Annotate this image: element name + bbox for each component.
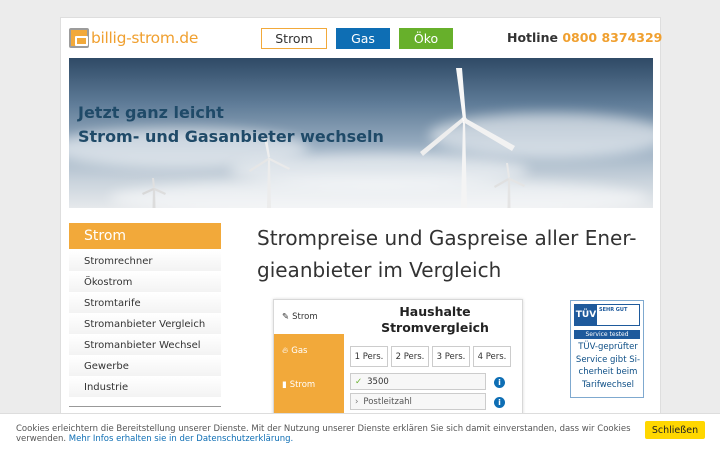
hotline: Hotline 0800 8374329 [507,30,662,45]
persons-1-button[interactable]: 1 Pers. [350,346,388,367]
cookie-banner: Cookies erleichtern die Bereitstellung u… [0,413,720,450]
page-title-line-2: gieanbieter im Vergleich [257,258,502,282]
logo-text: billig-strom.de [91,29,199,47]
calc-tab-label: Gas [291,346,308,356]
hero-headline-1: Jetzt ganz leicht [78,103,224,122]
sidebar-item-industrie[interactable]: Industrie [69,377,221,398]
sidebar-item-stromanbieter-wechsel[interactable]: Stromanbieter Wechsel [69,335,221,356]
consumption-value: 3500 [367,376,389,387]
tuev-text-line: TÜV-geprüfter [578,342,638,352]
cookie-text: Cookies erleichtern die Bereitstellung u… [16,424,636,444]
wind-turbine-icon [249,138,290,208]
cookie-close-button[interactable]: Schließen [645,421,705,439]
sidebar-item-gewerbe[interactable]: Gewerbe [69,356,221,377]
logo-icon [69,28,89,48]
check-icon: ✓ [355,376,363,387]
hero-banner: Jetzt ganz leicht Strom- und Gasanbieter… [69,58,653,208]
tuev-text-line: Service gibt Si- [575,354,641,365]
privacy-link[interactable]: Mehr Infos erhalten sie in der Datenschu… [69,434,294,444]
sidebar-menu: Stromrechner Ökostrom Stromtarife Stroma… [69,251,221,398]
sidebar-item-oekostrom[interactable]: Ökostrom [69,272,221,293]
building-icon: ▮ [282,380,287,390]
chevron-right-icon: › [355,396,359,407]
tuev-text-line: cherheit beim [578,367,638,377]
nav-strom-button[interactable]: Strom [261,28,327,49]
hero-cloud [109,178,649,208]
nav-gas-button[interactable]: Gas [336,28,390,49]
calc-tab-gas[interactable]: 🔥︎ Gas [274,334,344,368]
info-icon[interactable]: i [494,397,505,408]
calculator-title-line-1: Haushalte [399,304,471,319]
sidebar-item-stromtarife[interactable]: Stromtarife [69,293,221,314]
calculator-title: Haushalte Stromvergleich [350,304,520,336]
calc-tab-label: Strom [292,312,318,322]
flame-icon: 🔥︎ [282,346,289,356]
consumption-input[interactable]: ✓ 3500 [350,373,486,390]
sidebar-heading[interactable]: Strom [69,223,221,249]
calculator-title-line-2: Stromvergleich [381,320,489,335]
hotline-number[interactable]: 0800 8374329 [562,30,662,45]
page-title: Strompreise und Gaspreise aller Ener- gi… [257,222,657,286]
tuev-description: TÜV-geprüfter Service gibt Si- cherheit … [573,341,643,391]
nav-oeko-button[interactable]: Öko [399,28,453,49]
site-logo[interactable]: billig-strom.de [69,27,198,49]
zip-input[interactable]: › Postleitzahl [350,393,486,410]
persons-3-button[interactable]: 3 Pers. [432,346,470,367]
wind-turbine-icon [142,178,166,208]
sidebar-item-stromrechner[interactable]: Stromrechner [69,251,221,272]
tuev-logo: TÜV [575,305,597,325]
calc-tab-label: Strom [289,380,316,390]
sidebar-item-stromanbieter-vergleich[interactable]: Stromanbieter Vergleich [69,314,221,335]
persons-4-button[interactable]: 4 Pers. [473,346,511,367]
info-icon[interactable]: i [494,377,505,388]
tuev-band: Service tested [574,330,640,339]
wind-turbine-icon [494,163,525,208]
tuev-grade: SEHR GUT [599,307,628,313]
zip-placeholder: Postleitzahl [363,396,412,407]
page-title-line-1: Strompreise und Gaspreise aller Ener- [257,226,637,250]
page-container: billig-strom.de Strom Gas Öko Hotline 08… [60,17,662,450]
hero-headline-2: Strom- und Gasanbieter wechseln [78,127,384,146]
sidebar-divider [69,406,221,407]
calc-tab-business[interactable]: ▮ Strom [274,368,344,402]
tuev-seal: TÜV SEHR GUT [574,304,640,326]
hotline-label: Hotline [507,30,558,45]
tuev-text-line: Tarifwechsel [582,379,634,390]
plug-icon: ✎ [282,312,290,322]
persons-2-button[interactable]: 2 Pers. [391,346,429,367]
tuev-badge[interactable]: TÜV SEHR GUT Service tested TÜV-geprüfte… [570,300,644,398]
calc-tab-strom[interactable]: ✎ Strom [274,300,344,334]
